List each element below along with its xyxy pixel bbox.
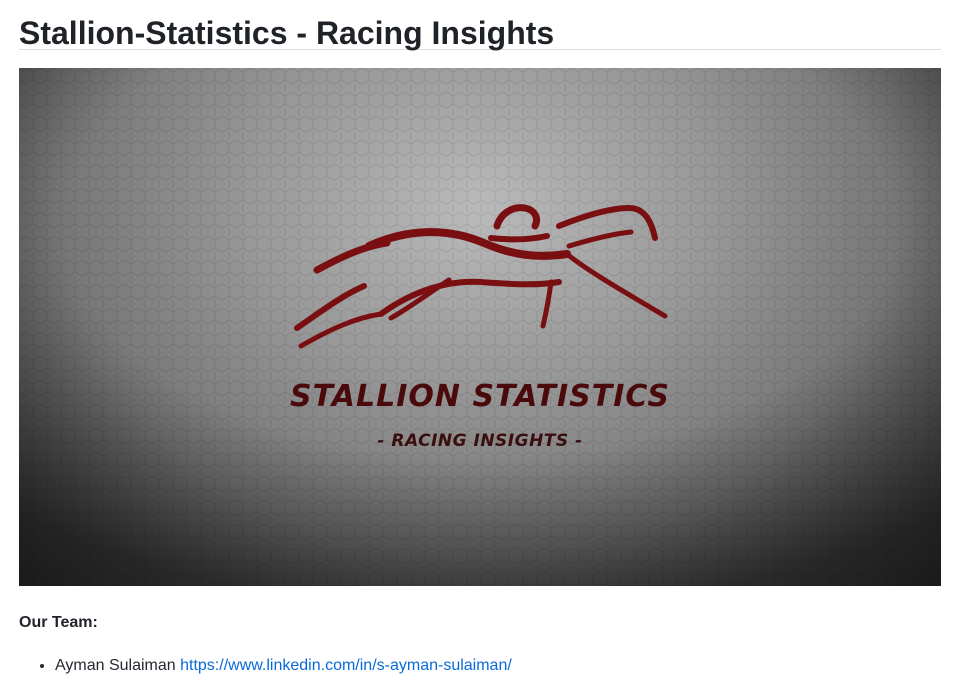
banner-artwork: STALLION STATISTICS - RACING INSIGHTS - — [19, 68, 941, 586]
banner-logo-tagline: - RACING INSIGHTS - — [377, 431, 582, 451]
banner-vignette — [19, 68, 941, 586]
linkedin-profile-link[interactable]: https://www.linkedin.com/in/s-ayman-sula… — [180, 657, 512, 674]
team-heading: Our Team: — [19, 614, 98, 631]
banner-logo-name: STALLION STATISTICS — [290, 379, 670, 414]
list-item: Ayman Sulaiman https://www.linkedin.com/… — [55, 655, 941, 677]
readme-page: Stallion-Statistics - Racing Insights ST… — [0, 0, 958, 692]
team-list: Ayman Sulaiman https://www.linkedin.com/… — [19, 655, 941, 677]
team-member-name: Ayman Sulaiman — [55, 657, 176, 674]
banner-image: STALLION STATISTICS - RACING INSIGHTS - — [19, 68, 941, 586]
page-title: Stallion-Statistics - Racing Insights — [19, 15, 555, 51]
